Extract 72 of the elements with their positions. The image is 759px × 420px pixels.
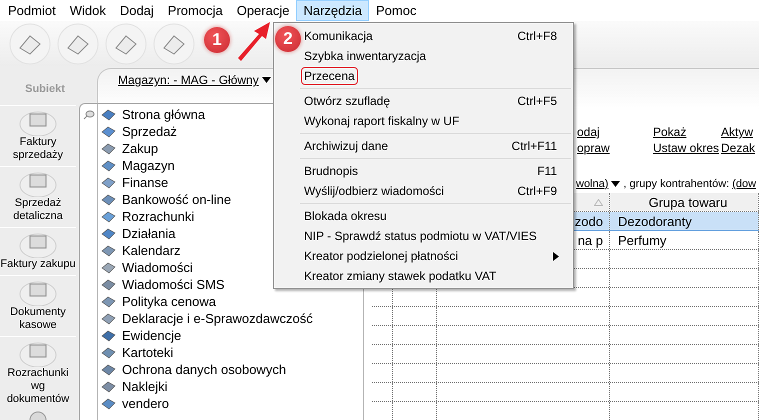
menu-option[interactable]: Archiwizuj dane Ctrl+F11	[301, 136, 573, 156]
table-cell: Perfumy	[618, 232, 666, 248]
sidebar-tile[interactable]: Rozrachunki wg dokumentów	[0, 336, 76, 406]
diamond-icon	[101, 278, 116, 291]
menu-option[interactable]: Blokada okresu	[301, 206, 573, 226]
filter-label: , grupy kontrahentów:	[623, 178, 730, 190]
menu-option[interactable]: NIP - Sprawdź status podmiotu w VAT/VIES	[301, 226, 573, 246]
caret-icon	[611, 181, 620, 187]
menu-option[interactable]: Szybka inwentaryzacja	[301, 46, 573, 66]
table-cell: zodo	[574, 214, 603, 228]
nav-item[interactable]: Naklejki	[98, 378, 313, 395]
sidebar-tile[interactable]: Faktury zakupu	[0, 227, 76, 271]
caret-icon	[262, 77, 271, 83]
diamond-icon	[101, 244, 116, 257]
sidebar-tile[interactable]: Sprzedaż detaliczna	[0, 166, 76, 223]
menu-option[interactable]: Wykonaj raport fiskalny w UF	[301, 111, 573, 131]
menu-item[interactable]: Podmiot	[1, 0, 63, 21]
toolbar-icon[interactable]	[56, 22, 100, 66]
table-cell: na p	[578, 232, 603, 248]
diamond-icon	[101, 329, 116, 342]
sort-icon[interactable]	[594, 198, 603, 206]
menu-option[interactable]: Komunikacja Ctrl+F8	[301, 26, 573, 46]
menu-option[interactable]: Otwórz szufladę Ctrl+F5	[301, 91, 573, 111]
nav-item[interactable]: Ewidencje	[98, 327, 313, 344]
diamond-icon	[101, 193, 116, 206]
menu-option[interactable]: Kreator podzielonej płatności	[301, 246, 573, 266]
action-link[interactable]: Ustaw okres	[653, 141, 721, 155]
diamond-icon	[101, 125, 116, 138]
menu-item[interactable]: Narzędzia	[296, 0, 369, 21]
diamond-icon	[101, 346, 116, 359]
menu-option[interactable]: Kreator zmiany stawek podatku VAT	[301, 266, 573, 286]
diamond-icon	[101, 159, 116, 172]
action-link[interactable]: Pokaż	[653, 125, 721, 139]
diamond-icon	[101, 295, 116, 308]
diamond-icon	[101, 397, 116, 410]
nav-item[interactable]: Deklaracje i e-Sprawozdawczość	[98, 310, 313, 327]
action-link[interactable]: opraw	[577, 141, 653, 155]
toolbar-icon[interactable]	[152, 22, 196, 66]
toolbar-icon[interactable]	[104, 22, 148, 66]
action-link[interactable]: Dezak	[721, 141, 756, 155]
diamond-icon	[101, 261, 116, 274]
diamond-icon	[101, 108, 116, 121]
diamond-icon	[101, 210, 116, 223]
diamond-icon	[101, 380, 116, 393]
menu-option[interactable]: Przecena	[301, 66, 573, 86]
nav-item[interactable]: Kartoteki	[98, 344, 313, 361]
diamond-icon	[101, 176, 116, 189]
nav-item[interactable]: Polityka cenowa	[98, 293, 313, 310]
menu-item[interactable]: Widok	[62, 0, 113, 21]
nav-item[interactable]: Ochrona danych osobowych	[98, 361, 313, 378]
filter-link[interactable]: wolna)	[576, 178, 608, 190]
sidebar-tile[interactable]: Dokumenty kasowe	[0, 275, 76, 332]
action-link[interactable]: odaj	[577, 125, 653, 139]
menu-option[interactable]: Brudnopis F11	[301, 161, 573, 181]
diamond-icon	[101, 227, 116, 240]
action-link[interactable]: Aktyw	[721, 125, 756, 139]
diamond-icon	[101, 312, 116, 325]
menu-item[interactable]: Operacje	[230, 0, 296, 21]
filter-link[interactable]: (dow	[732, 178, 756, 190]
sidebar-tile[interactable]: Faktury sprzedaży	[0, 105, 76, 162]
menu-item[interactable]: Pomoc	[369, 0, 424, 21]
app-logo: Subiekt	[25, 83, 65, 95]
diamond-icon	[101, 142, 116, 155]
warehouse-selector[interactable]: Magazyn: - MAG - Główny	[118, 73, 259, 87]
menu-option[interactable]: Wyślij/odbierz wiadomości Ctrl+F9	[301, 181, 573, 201]
nav-item[interactable]: vendero	[98, 395, 313, 412]
menu-item[interactable]: Dodaj	[112, 0, 161, 21]
pointer-arrow	[237, 21, 271, 61]
diamond-icon	[101, 363, 116, 376]
menu-item[interactable]: Promocja	[160, 0, 230, 21]
toolbar-icon[interactable]	[8, 22, 52, 66]
table-cell: Dezodoranty	[618, 214, 692, 228]
